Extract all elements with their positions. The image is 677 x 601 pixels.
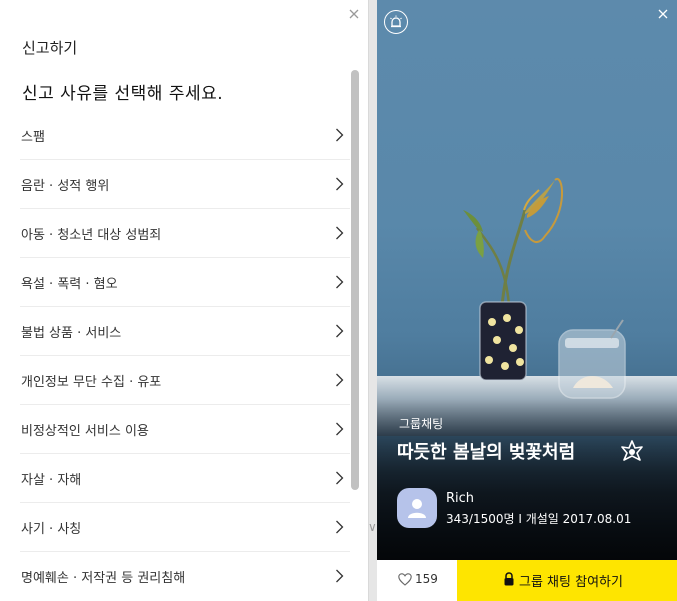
close-icon	[658, 9, 668, 19]
plant-vase-illustration	[463, 177, 626, 399]
reason-label: 비정상적인 서비스 이용	[21, 424, 149, 439]
join-button-label: 그룹 채팅 참여하기	[519, 575, 623, 590]
report-subtitle: 신고 사유를 선택해 주세요.	[22, 84, 224, 104]
chevron-right-icon	[336, 275, 344, 289]
reason-label: 스팸	[21, 130, 45, 145]
cherry-blossom-icon	[621, 440, 643, 461]
like-button[interactable]: 159	[377, 560, 457, 601]
alarm-icon	[390, 15, 402, 28]
person-icon	[408, 499, 426, 518]
reason-label: 사기 · 사칭	[21, 522, 82, 537]
report-close-button[interactable]	[346, 6, 362, 22]
reason-label: 개인정보 무단 수집 · 유포	[21, 375, 162, 390]
chevron-right-icon	[336, 128, 344, 142]
room-title: 따듯한 봄날의 벚꽃처럼	[397, 442, 576, 463]
card-footer: 159 그룹 채팅 참여하기	[377, 560, 677, 601]
scrollbar[interactable]	[351, 70, 359, 490]
chevron-right-icon	[336, 373, 344, 387]
reason-label: 불법 상품 · 서비스	[21, 326, 122, 341]
chevron-right-icon	[336, 422, 344, 436]
owner-avatar[interactable]	[397, 488, 437, 528]
app-root: ∨ 신고하기 신고 사유를 선택해 주세요. 스팸 음란 · 성적 행위 아동 …	[0, 0, 677, 601]
reason-item-rights-infringement[interactable]: 명예훼손 · 저작권 등 권리침해	[20, 552, 350, 601]
chevron-right-icon	[336, 324, 344, 338]
reason-item-abuse[interactable]: 욕설 · 폭력 · 혐오	[20, 258, 350, 307]
room-cover-photo: 그룹채팅 따듯한 봄날의 벚꽃처럼 Rich 343/1500명 I 개설일 2…	[377, 0, 677, 560]
owner-name: Rich	[446, 491, 475, 506]
reason-list: 스팸 음란 · 성적 행위 아동 · 청소년 대상 성범죄 욕설 · 폭력 · …	[20, 111, 350, 601]
reason-label: 아동 · 청소년 대상 성범죄	[21, 228, 162, 243]
reason-label: 욕설 · 폭력 · 혐오	[21, 277, 118, 292]
scrollbar-thumb[interactable]	[351, 70, 359, 490]
chat-room-card: 그룹채팅 따듯한 봄날의 벚꽃처럼 Rich 343/1500명 I 개설일 2…	[377, 0, 677, 601]
reason-item-self-harm[interactable]: 자살 · 자해	[20, 454, 350, 503]
lock-icon	[504, 572, 514, 586]
room-type-label: 그룹채팅	[399, 417, 444, 431]
reason-item-spam[interactable]: 스팸	[20, 111, 350, 160]
like-count: 159	[415, 572, 438, 586]
chevron-right-icon	[336, 520, 344, 534]
reason-item-illegal-goods[interactable]: 불법 상품 · 서비스	[20, 307, 350, 356]
reason-label: 자살 · 자해	[21, 473, 82, 488]
join-group-chat-button[interactable]: 그룹 채팅 참여하기	[457, 560, 677, 601]
heart-icon	[398, 573, 412, 586]
chevron-right-icon	[336, 226, 344, 240]
reason-label: 음란 · 성적 행위	[21, 179, 110, 194]
reason-item-child-abuse[interactable]: 아동 · 청소년 대상 성범죄	[20, 209, 350, 258]
reason-item-abnormal-use[interactable]: 비정상적인 서비스 이용	[20, 405, 350, 454]
report-dialog: 신고하기 신고 사유를 선택해 주세요. 스팸 음란 · 성적 행위 아동 · …	[0, 0, 369, 601]
chevron-right-icon	[336, 471, 344, 485]
reason-item-sexual[interactable]: 음란 · 성적 행위	[20, 160, 350, 209]
backdrop	[369, 0, 377, 601]
room-member-info: 343/1500명 I 개설일 2017.08.01	[446, 512, 632, 526]
report-title: 신고하기	[22, 39, 78, 57]
close-icon	[349, 9, 359, 19]
backdrop-chevron-icon: ∨	[368, 520, 377, 534]
reason-item-fraud[interactable]: 사기 · 사칭	[20, 503, 350, 552]
report-alarm-button[interactable]	[384, 10, 408, 34]
chevron-right-icon	[336, 569, 344, 583]
reason-item-privacy[interactable]: 개인정보 무단 수집 · 유포	[20, 356, 350, 405]
chevron-right-icon	[336, 177, 344, 191]
reason-label: 명예훼손 · 저작권 등 권리침해	[21, 571, 186, 586]
card-close-button[interactable]	[656, 6, 670, 20]
